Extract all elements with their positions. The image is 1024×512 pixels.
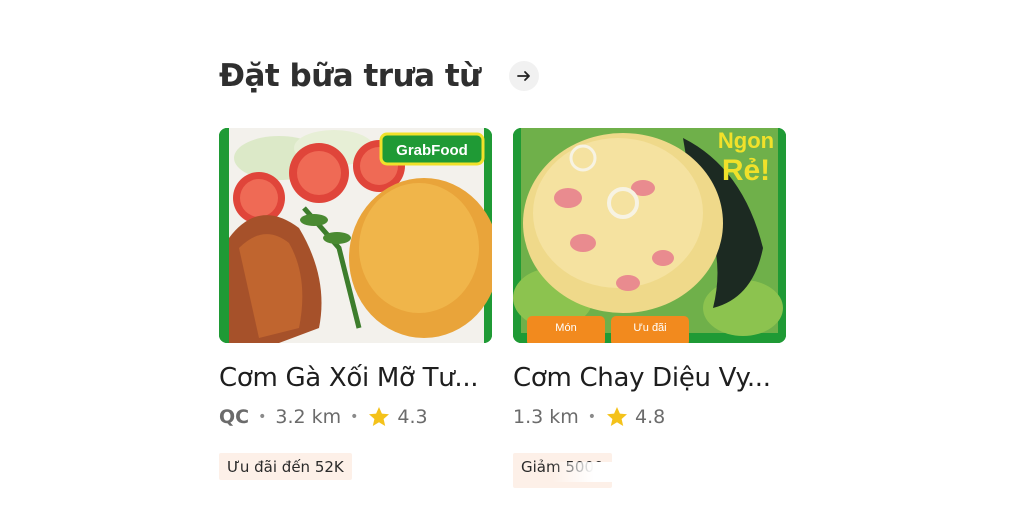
star-icon: [369, 407, 390, 426]
arrow-right-icon: [516, 71, 530, 81]
star-icon: [607, 407, 628, 426]
restaurant-name: Cơm Chay Diệu Vy...: [513, 363, 771, 393]
restaurant-image: Ngon Rẻ! Món Ưu đãi: [513, 128, 786, 343]
separator-dot: •: [258, 409, 267, 425]
image-badge-line1: Ngon: [718, 128, 774, 153]
separator-dot: •: [350, 409, 359, 425]
image-badge: GrabFood: [396, 142, 468, 159]
image-tag-left: Món: [555, 322, 576, 334]
promo-badge: Giảm 5000: [513, 453, 612, 488]
separator-dot: •: [587, 409, 597, 425]
image-tag-right: Ưu đãi: [633, 322, 666, 334]
section-header: Đặt bữa trưa từ: [219, 58, 539, 94]
distance: 3.2 km: [275, 406, 342, 428]
rating: 4.8: [635, 406, 666, 428]
ad-label: QC: [219, 406, 250, 428]
restaurant-meta: 1.3 km • 4.8: [513, 405, 786, 429]
restaurant-card[interactable]: GrabFood Cơm Gà Xối Mỡ Tư... QC • 3.2 km…: [219, 128, 492, 480]
restaurant-name: Cơm Gà Xối Mỡ Tư...: [219, 363, 479, 393]
promo-badge: Ưu đãi đến 52K: [219, 453, 352, 480]
restaurant-image: GrabFood: [219, 128, 492, 343]
promo-fade: [551, 462, 612, 482]
lunch-section: Đặt bữa trưa từ GrabFood Cơm Gà Xối Mỡ T…: [0, 0, 1024, 512]
rating: 4.3: [397, 406, 428, 428]
section-title: Đặt bữa trưa từ: [219, 58, 481, 94]
distance: 1.3 km: [513, 406, 579, 428]
restaurant-card[interactable]: Ngon Rẻ! Món Ưu đãi Cơm Chay Diệu Vy... …: [513, 128, 786, 493]
restaurant-meta: QC • 3.2 km • 4.3: [219, 405, 492, 429]
image-badge-line2: Rẻ!: [722, 154, 770, 187]
see-all-button[interactable]: [508, 61, 539, 91]
